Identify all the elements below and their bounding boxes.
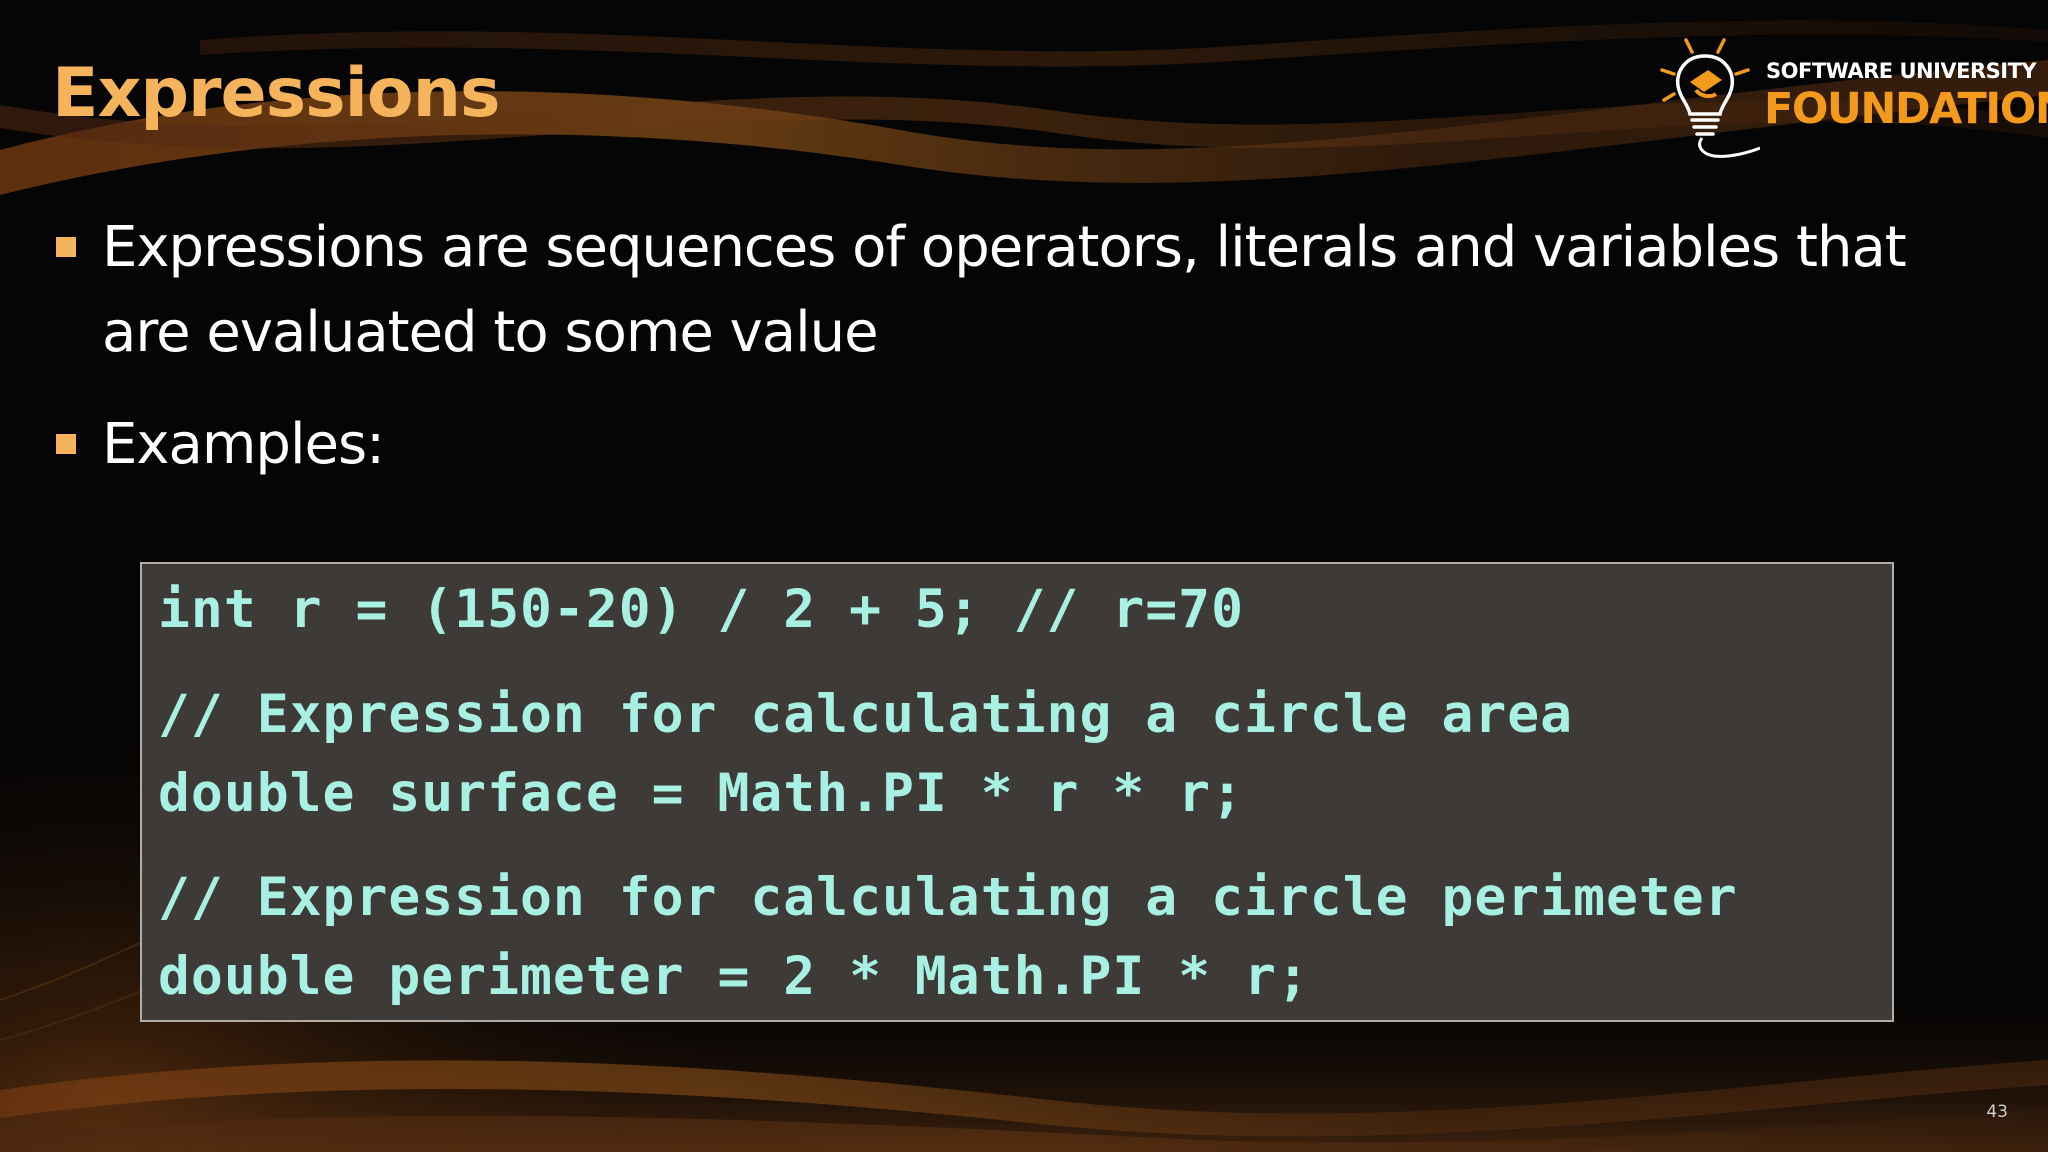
bullet-item: Examples: — [52, 402, 1972, 487]
code-line: // Expression for calculating a circle a… — [158, 684, 1574, 745]
bullet-text: Examples: — [102, 412, 385, 477]
logo-text-foundation: FOUNDATION — [1764, 84, 2048, 134]
bullet-list: Expressions are sequences of operators, … — [52, 205, 1972, 487]
square-bullet-icon — [56, 434, 76, 454]
slide: Expressions SOFTWARE UNIVERSITY FOUNDATI… — [0, 0, 2048, 1152]
bullet-item: Expressions are sequences of operators, … — [52, 205, 1972, 375]
slide-number: 43 — [1986, 1102, 2008, 1122]
code-line: // Expression for calculating a circle p… — [158, 867, 1738, 928]
slide-title: Expressions — [52, 54, 501, 133]
code-line: double perimeter = 2 * Math.PI * r; — [158, 946, 1310, 1007]
lightbulb-logo-icon — [1660, 38, 1760, 158]
square-bullet-icon — [56, 237, 76, 257]
software-university-foundation-logo: SOFTWARE UNIVERSITY FOUNDATION — [1650, 34, 2048, 164]
code-line: double surface = Math.PI * r * r; — [158, 763, 1244, 824]
code-block: int r = (150-20) / 2 + 5; // r=70 // Exp… — [140, 562, 1894, 1022]
logo-text-software-university: SOFTWARE UNIVERSITY — [1766, 59, 2037, 83]
code-line: int r = (150-20) / 2 + 5; // r=70 — [158, 579, 1244, 640]
bullet-text: Expressions are sequences of operators, … — [102, 215, 1907, 365]
